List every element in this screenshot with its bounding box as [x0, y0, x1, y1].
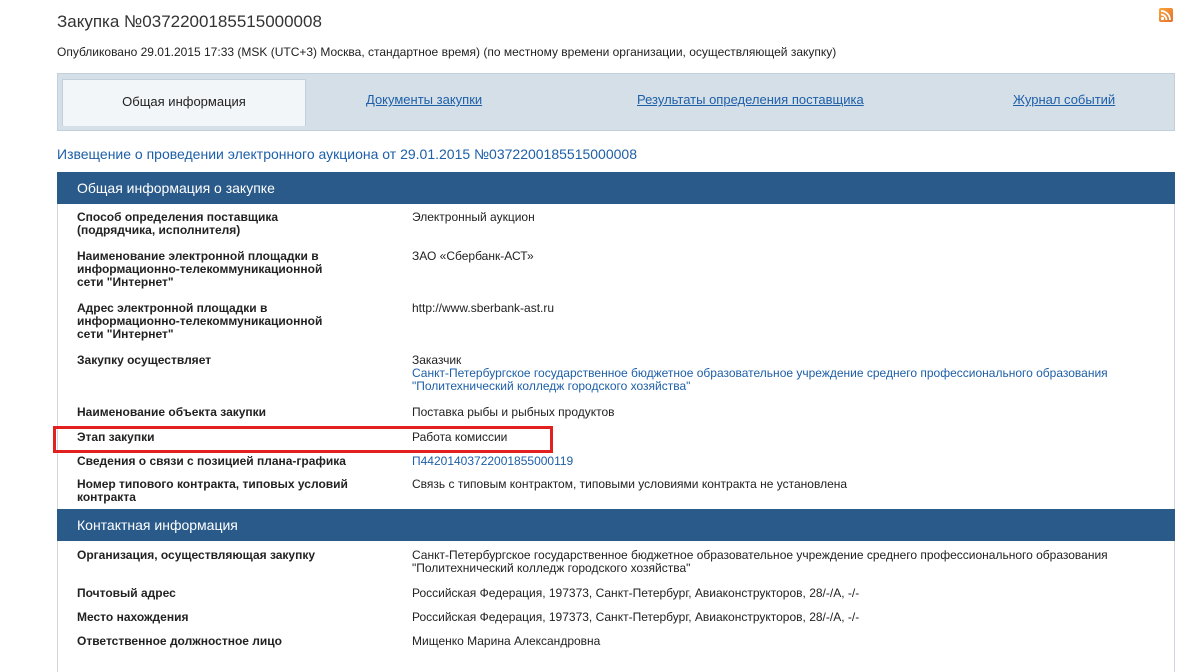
purchaser-org-link[interactable]: Санкт-Петербургское государственное бюдж… [412, 367, 1108, 393]
tab-documents[interactable]: Документы закупки [366, 92, 482, 107]
section-header-general: Общая информация о закупке [57, 172, 1175, 204]
label-location: Место нахождения [77, 610, 189, 624]
label-object-name: Наименование объекта закупки [77, 405, 267, 419]
label-plan-position: Сведения о связи с позицией плана-график… [77, 454, 346, 468]
label-organization: Организация, осуществляющая закупку [77, 548, 316, 562]
label-contract-type: Номер типового контракта, типовых услови… [77, 477, 348, 504]
page-title: Закупка №0372200185515000008 [57, 12, 322, 31]
tab-bar: Общая информация Документы закупки Резул… [57, 73, 1175, 131]
value-object-name: Поставка рыбы и рыбных продуктов [412, 405, 615, 419]
label-method: Способ определения поставщика (подрядчика… [77, 210, 279, 237]
value-platform-name: ЗАО «Сбербанк-АСТ» [412, 249, 534, 263]
tab-general-info[interactable]: Общая информация [62, 79, 306, 126]
rss-icon[interactable] [1159, 8, 1173, 22]
value-location: Российская Федерация, 197373, Санкт-Пете… [412, 610, 860, 624]
label-platform-address: Адрес электронной площадки в информационн… [77, 301, 323, 341]
value-method: Электронный аукцион [412, 210, 535, 224]
tab-results[interactable]: Результаты определения поставщика [637, 92, 864, 107]
value-plan-position-link[interactable]: П44201403722001855000119 [412, 455, 573, 468]
value-responsible-person: Мищенко Марина Александровна [412, 634, 601, 648]
label-platform-name: Наименование электронной площадки в инфор… [77, 249, 323, 289]
label-postal-address: Почтовый адрес [77, 586, 176, 600]
value-contract-type: Связь с типовым контрактом, типовыми усл… [412, 477, 848, 491]
section-header-contact: Контактная информация [57, 509, 1175, 541]
notice-title[interactable]: Извещение о проведении электронного аукц… [57, 146, 637, 162]
label-purchaser: Закупку осуществляет [77, 353, 212, 367]
published-info: Опубликовано 29.01.2015 17:33 (MSK (UTC+… [57, 45, 837, 59]
label-responsible-person: Ответственное должностное лицо [77, 634, 282, 648]
tab-event-log[interactable]: Журнал событий [1013, 92, 1115, 107]
value-purchaser: Заказчик Санкт-Петербургское государстве… [412, 354, 1108, 393]
highlight-box [53, 426, 553, 453]
value-postal-address: Российская Федерация, 197373, Санкт-Пете… [412, 586, 860, 600]
value-organization: Санкт-Петербургское государственное бюдж… [412, 548, 1108, 575]
value-platform-address: http://www.sberbank-ast.ru [412, 301, 555, 315]
